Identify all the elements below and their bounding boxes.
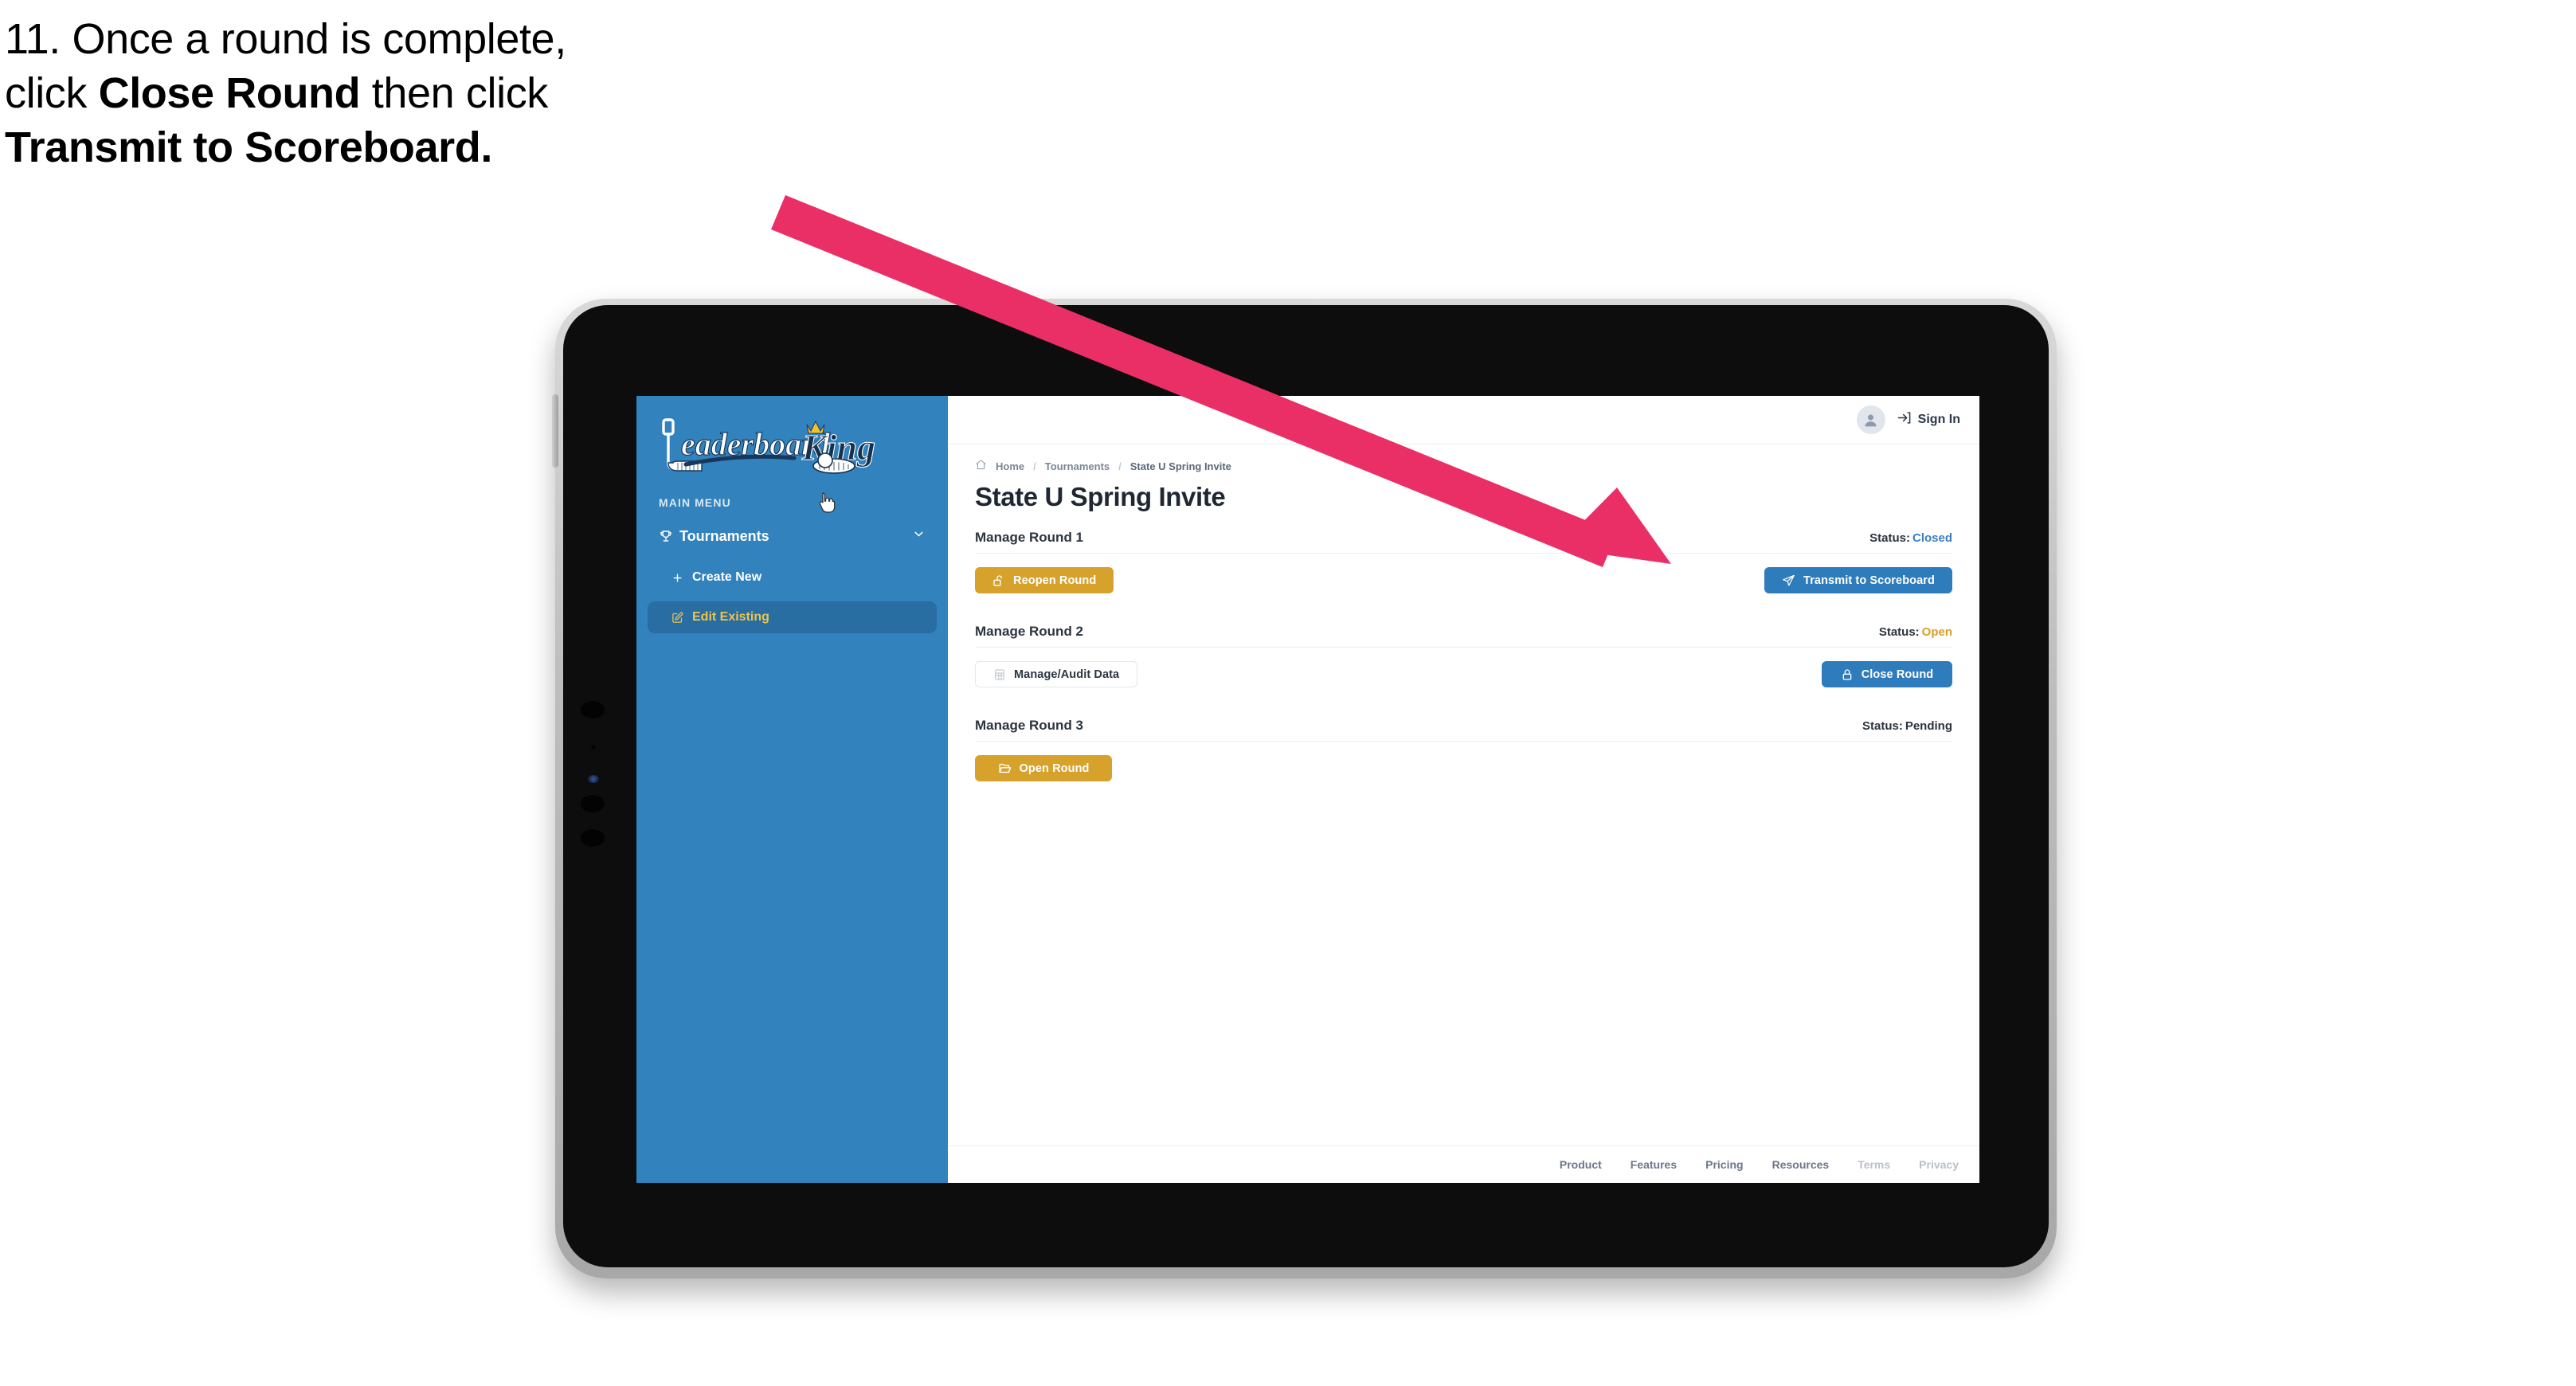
page-content: Home / Tournaments / State U Spring Invi… bbox=[948, 444, 1979, 1145]
footer-link-resources[interactable]: Resources bbox=[1772, 1158, 1830, 1171]
footer-link-terms[interactable]: Terms bbox=[1858, 1158, 1890, 1171]
sidebar-item-label: Create New bbox=[692, 570, 762, 584]
tablet-side-button-upper bbox=[552, 394, 558, 468]
round-header: Manage Round 1 Status: Closed bbox=[975, 530, 1952, 554]
status-value: Pending bbox=[1905, 719, 1952, 733]
status-value: Open bbox=[1921, 625, 1952, 639]
footer: Product Features Pricing Resources Terms… bbox=[948, 1145, 1979, 1183]
instruction-caption: 11. Once a round is complete, click Clos… bbox=[5, 15, 849, 180]
round-header: Manage Round 3 Status: Pending bbox=[975, 718, 1952, 742]
status-label: Status: bbox=[1869, 531, 1910, 545]
button-label: Close Round bbox=[1861, 668, 1934, 681]
caption-line-2: click Close Round then click bbox=[5, 72, 849, 116]
login-arrow-icon bbox=[1897, 410, 1912, 429]
tablet-bezel-led bbox=[588, 775, 599, 783]
button-label: Transmit to Scoreboard bbox=[1803, 574, 1935, 587]
caption-line-3: Transmit to Scoreboard. bbox=[5, 126, 849, 170]
caption-line-2-pre: click bbox=[5, 69, 99, 118]
status-label: Status: bbox=[1878, 625, 1920, 639]
screenshot-stage: 11. Once a round is complete, click Clos… bbox=[0, 0, 2576, 1386]
round-title: Manage Round 2 bbox=[975, 624, 1084, 639]
caption-line-3-bold: Transmit to Scoreboard. bbox=[5, 123, 492, 172]
round-section-2: Manage Round 2 Status: Open Manage/Audit… bbox=[975, 624, 1952, 689]
round-header: Manage Round 2 Status: Open bbox=[975, 624, 1952, 648]
status-value: Closed bbox=[1912, 531, 1952, 545]
user-avatar-icon bbox=[1865, 414, 1877, 426]
sidebar-section-label: MAIN MENU bbox=[659, 496, 731, 509]
footer-link-pricing[interactable]: Pricing bbox=[1705, 1158, 1743, 1171]
paper-plane-icon bbox=[1782, 574, 1795, 587]
footer-link-privacy[interactable]: Privacy bbox=[1919, 1158, 1959, 1171]
button-label: Manage/Audit Data bbox=[1014, 668, 1120, 681]
breadcrumb-separator: / bbox=[1033, 460, 1036, 472]
round-title: Manage Round 3 bbox=[975, 718, 1084, 733]
leaderboard-king-logo-icon: eaderboard King bbox=[662, 418, 876, 474]
status-badge: Status: Closed bbox=[1869, 531, 1952, 545]
main-content: Sign In Home / Tournaments / State U Spr… bbox=[948, 396, 1979, 1183]
home-icon[interactable] bbox=[975, 459, 987, 473]
button-label: Reopen Round bbox=[1013, 574, 1097, 587]
breadcrumb-item-tournaments[interactable]: Tournaments bbox=[1045, 460, 1110, 472]
edit-square-icon bbox=[671, 612, 692, 624]
tablet-bezel-dot-3 bbox=[581, 795, 605, 812]
sidebar-item-label: Edit Existing bbox=[692, 610, 769, 624]
close-round-button[interactable]: Close Round bbox=[1822, 661, 1952, 687]
tablet-bezel-dot-2 bbox=[591, 745, 596, 749]
round-section-3: Manage Round 3 Status: Pending Open Roun… bbox=[975, 718, 1952, 783]
sidebar: eaderboard King MAIN MENU Tournaments Cr… bbox=[636, 396, 948, 1183]
tablet-bezel-dot-4 bbox=[581, 829, 605, 847]
sidebar-item-create-new[interactable]: Create New bbox=[648, 562, 937, 593]
app-logo[interactable]: eaderboard King bbox=[636, 396, 948, 491]
unlock-icon bbox=[992, 574, 1005, 587]
caption-line-1: 11. Once a round is complete, bbox=[5, 15, 566, 63]
reopen-round-button[interactable]: Reopen Round bbox=[975, 567, 1114, 593]
manage-audit-data-button[interactable]: Manage/Audit Data bbox=[975, 661, 1138, 687]
round-actions: Manage/Audit Data Close Round bbox=[975, 648, 1952, 689]
sign-in-label: Sign In bbox=[1917, 413, 1960, 426]
footer-link-product[interactable]: Product bbox=[1560, 1158, 1602, 1171]
sidebar-item-edit-existing[interactable]: Edit Existing bbox=[648, 492, 937, 633]
round-actions: Open Round bbox=[975, 742, 1952, 783]
footer-link-features[interactable]: Features bbox=[1631, 1158, 1677, 1171]
trophy-icon bbox=[659, 529, 679, 543]
caption-line-2-post: then click bbox=[360, 69, 549, 118]
sidebar-item-tournaments[interactable]: Tournaments bbox=[648, 519, 937, 554]
breadcrumb-item-home[interactable]: Home bbox=[996, 460, 1024, 472]
transmit-to-scoreboard-button[interactable]: Transmit to Scoreboard bbox=[1764, 567, 1952, 593]
sign-in-button[interactable]: Sign In bbox=[1897, 410, 1960, 429]
folder-open-icon bbox=[998, 762, 1012, 775]
app-screen: eaderboard King MAIN MENU Tournaments Cr… bbox=[636, 396, 1979, 1183]
top-bar: Sign In bbox=[948, 396, 1979, 444]
table-grid-icon bbox=[993, 668, 1006, 681]
tablet-bezel-dot-1 bbox=[581, 701, 605, 718]
round-section-1: Manage Round 1 Status: Closed Reopen Rou… bbox=[975, 530, 1952, 595]
button-label: Open Round bbox=[1019, 762, 1090, 775]
page-title: State U Spring Invite bbox=[975, 482, 1226, 511]
round-title: Manage Round 1 bbox=[975, 530, 1084, 545]
chevron-down-icon[interactable] bbox=[912, 527, 926, 545]
status-badge: Status: Open bbox=[1879, 625, 1952, 639]
open-round-button[interactable]: Open Round bbox=[975, 755, 1112, 781]
sidebar-item-label: Tournaments bbox=[679, 527, 769, 544]
status-label: Status: bbox=[1862, 719, 1903, 733]
breadcrumb-item-current: State U Spring Invite bbox=[1129, 460, 1231, 472]
breadcrumb: Home / Tournaments / State U Spring Invi… bbox=[975, 459, 1952, 473]
breadcrumb-separator: / bbox=[1118, 460, 1122, 472]
avatar[interactable] bbox=[1856, 405, 1885, 434]
plus-icon bbox=[671, 572, 692, 584]
round-actions: Reopen Round Transmit to Scoreboard bbox=[975, 554, 1952, 595]
status-badge: Status: Pending bbox=[1862, 719, 1952, 733]
caption-line-2-bold: Close Round bbox=[98, 69, 361, 118]
lock-icon bbox=[1841, 668, 1854, 681]
pointer-hand-cursor bbox=[818, 491, 836, 518]
